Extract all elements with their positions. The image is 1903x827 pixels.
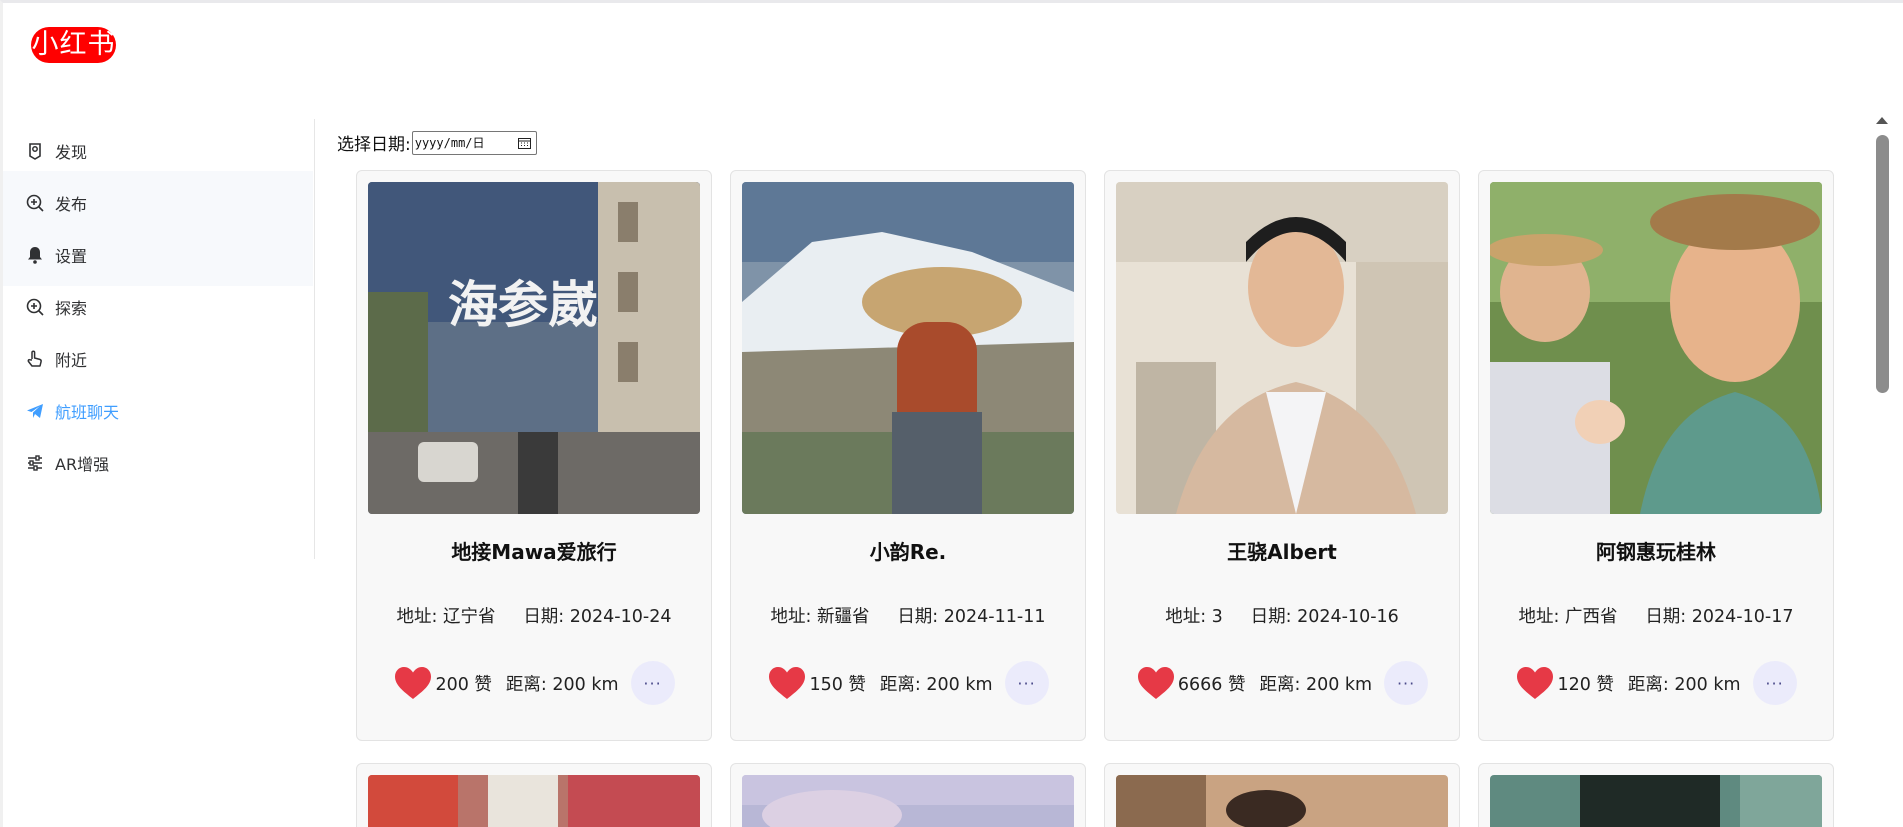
user-card[interactable]: 小韵Re. 地址: 新疆省 日期: 2024-11-11 150 赞 距离: 2… [730, 170, 1086, 741]
more-icon: ··· [1765, 673, 1784, 693]
card-photo[interactable] [368, 775, 700, 827]
date-input-placeholder: yyyy/mm/日 [414, 136, 485, 150]
card-photo[interactable] [742, 775, 1074, 827]
card-photo[interactable]: 海参崴 [368, 182, 700, 514]
card-photo[interactable] [1116, 775, 1448, 827]
explore-icon [26, 298, 44, 316]
date-input[interactable]: yyyy/mm/日 [411, 130, 537, 155]
card-photo[interactable] [1490, 775, 1822, 827]
card-likes: 6666 赞 [1177, 674, 1246, 695]
heart-icon[interactable] [393, 665, 433, 701]
more-button[interactable]: ··· [1004, 661, 1049, 705]
more-icon: ··· [1017, 673, 1036, 693]
date-filter: 选择日期: yyyy/mm/日 [337, 130, 537, 155]
card-info: 地址: 辽宁省 日期: 2024-10-24 [357, 603, 711, 628]
discover-icon [29, 142, 41, 160]
sidebar-item-ar[interactable]: AR增强 [3, 431, 313, 494]
heart-icon[interactable] [1515, 665, 1555, 701]
sidebar-item-label: 航班聊天 [55, 402, 120, 422]
card-name: 王骁Albert [1227, 540, 1337, 564]
more-icon: ··· [1396, 673, 1416, 693]
sidebar-item-label: 发布 [55, 194, 88, 214]
user-card[interactable] [1104, 763, 1460, 827]
scrollbar-thumb[interactable] [1876, 135, 1889, 393]
card-photo[interactable] [742, 182, 1074, 514]
card-name: 阿钢惠玩桂林 [1596, 540, 1716, 564]
card-address: 地址: 辽宁省 [396, 607, 496, 627]
card-likes: 200 赞 [435, 674, 492, 695]
card-distance: 距离: 200 km [1259, 674, 1373, 695]
calendar-icon[interactable] [517, 137, 531, 149]
photo-overlay-text: 海参崴 [448, 276, 598, 334]
paper-plane-icon [27, 403, 43, 418]
card-stats: 200 赞 距离: 200 km ··· [357, 661, 711, 705]
user-card[interactable]: 王骁Albert 地址: 3 日期: 2024-10-16 6666 赞 距离:… [1104, 170, 1460, 741]
heart-icon[interactable] [767, 665, 807, 701]
card-address: 地址: 3 [1165, 607, 1223, 627]
card-date: 日期: 2024-10-24 [523, 607, 672, 627]
sidebar-item-label: 设置 [55, 246, 88, 266]
sidebar-item-label: 探索 [55, 298, 88, 318]
card-name: 地接Mawa爱旅行 [451, 540, 617, 564]
more-button[interactable]: ··· [1384, 661, 1429, 705]
card-likes: 120 赞 [1557, 674, 1614, 695]
sliders-icon [28, 454, 42, 471]
publish-icon [26, 194, 44, 212]
user-card[interactable]: 阿钢惠玩桂林 地址: 广西省 日期: 2024-10-17 120 赞 距离: … [1478, 170, 1834, 741]
card-address: 地址: 新疆省 [770, 607, 870, 627]
card-date: 日期: 2024-11-11 [897, 607, 1046, 627]
card-date: 日期: 2024-10-17 [1645, 607, 1794, 627]
heart-icon[interactable] [1136, 665, 1176, 701]
card-photo[interactable] [1116, 182, 1448, 514]
card-date: 日期: 2024-10-16 [1250, 607, 1399, 627]
card-stats: 150 赞 距离: 200 km ··· [731, 661, 1085, 705]
card-stats: 120 赞 距离: 200 km ··· [1479, 661, 1833, 705]
user-card[interactable] [1478, 763, 1834, 827]
card-stats: 6666 赞 距离: 200 km ··· [1105, 661, 1459, 705]
card-name: 小韵Re. [869, 540, 947, 564]
scrollbar-up-arrow[interactable] [1876, 117, 1888, 124]
sidebar-item-label: 附近 [55, 350, 88, 370]
user-card[interactable] [730, 763, 1086, 827]
user-card[interactable]: 海参崴 地接Mawa爱旅行 地址: 辽宁省 日期: 2024-10-24 200… [356, 170, 712, 741]
card-address: 地址: 广西省 [1518, 607, 1618, 627]
card-info: 地址: 3 日期: 2024-10-16 [1105, 603, 1459, 628]
card-distance: 距离: 200 km [505, 674, 619, 695]
card-info: 地址: 广西省 日期: 2024-10-17 [1479, 603, 1833, 628]
sidebar: 发现 发布 设置 探索 附近 航班聊天 AR增强 [3, 119, 315, 559]
bell-icon [28, 246, 42, 264]
brand-logo[interactable]: 小红书 [31, 27, 116, 63]
card-likes: 150 赞 [809, 674, 866, 695]
card-distance: 距离: 200 km [1627, 674, 1741, 695]
card-photo[interactable] [1490, 182, 1822, 514]
hand-pointer-icon [27, 350, 42, 367]
more-button[interactable]: ··· [630, 661, 675, 705]
card-info: 地址: 新疆省 日期: 2024-11-11 [731, 603, 1085, 628]
more-icon: ··· [643, 673, 662, 693]
app-window: 小红书 发现 发布 设置 探索 附近 航班聊天 AR增强 选择日期: yyyy/… [0, 0, 1903, 827]
more-button[interactable]: ··· [1752, 661, 1797, 705]
user-card[interactable] [356, 763, 712, 827]
date-filter-label: 选择日期: [337, 135, 411, 155]
sidebar-item-label: AR增强 [55, 454, 110, 474]
sidebar-item-label: 发现 [55, 142, 88, 162]
card-distance: 距离: 200 km [879, 674, 993, 695]
